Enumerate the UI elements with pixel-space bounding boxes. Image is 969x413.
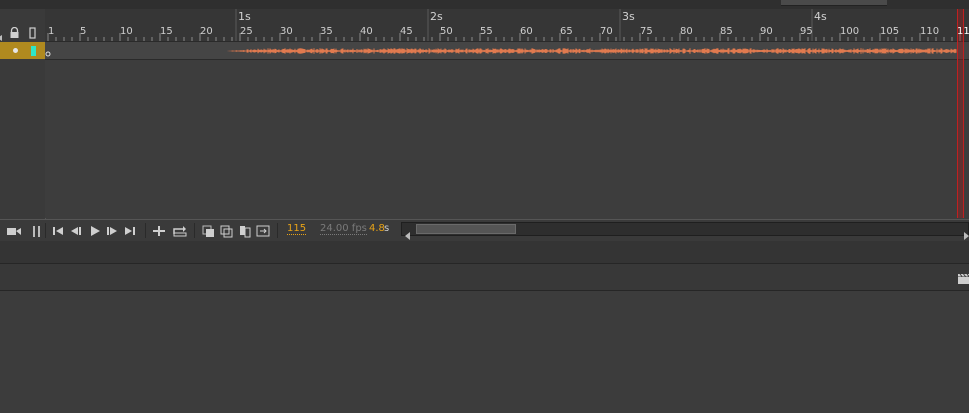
frame-number-label: 85 [720,26,733,37]
clapperboard-icon[interactable] [957,270,969,289]
playhead[interactable] [957,9,964,218]
camera-icon[interactable] [6,223,21,237]
second-label: 3s [622,10,635,23]
frame-number-label: 30 [280,26,293,37]
frame-number-label: 55 [480,26,493,37]
frame-number-label: 100 [840,26,860,37]
lower-panel-body [0,291,969,413]
play-icon[interactable] [88,223,102,237]
frame-number-label: 80 [680,26,693,37]
scrollbar-thumb[interactable] [416,224,516,234]
layer-track[interactable] [45,42,969,60]
second-label: 1s [238,10,251,23]
layer-color-swatch[interactable] [31,46,36,56]
frame-number-label: 15 [160,26,173,37]
timeline-body[interactable] [45,60,969,218]
frame-rate-readout[interactable]: 24.00 fps [320,223,367,235]
outline-icon[interactable] [29,24,37,43]
onion-skin-outlines-icon[interactable] [220,223,234,238]
panel-tab[interactable] [781,0,887,6]
layer-header-column [0,9,46,219]
frame-number-label: 90 [760,26,773,37]
elapsed-time-readout[interactable]: 4.8 [369,223,385,234]
current-frame-readout[interactable]: 115 [287,223,307,235]
frame-number-label: 40 [360,26,373,37]
frame-number-label: 5 [80,26,87,37]
frame-number-label: 105 [880,26,900,37]
frame-number-label: 70 [600,26,613,37]
panel-divider [0,241,969,264]
frame-number-label: 10 [120,26,133,37]
step-forward-icon[interactable] [105,223,119,237]
lower-panel-header [0,264,969,291]
frame-number-label: 20 [200,26,213,37]
lock-icon[interactable] [9,24,20,43]
second-label: 2s [430,10,443,23]
second-label: 4s [814,10,827,23]
time-unit-label: s [384,223,390,234]
layer-row-selected[interactable] [0,42,45,59]
frame-number-label: 110 [920,26,940,37]
frame-number-label: 60 [520,26,533,37]
ruler-ticks [47,9,961,41]
frame-number-label: 50 [440,26,453,37]
first-frame-icon[interactable] [51,223,65,237]
step-back-icon[interactable] [69,223,83,237]
last-frame-icon[interactable] [123,223,137,237]
frame-number-label: 95 [800,26,813,37]
empty-keyframe-marker [45,51,51,57]
frame-number-label: 75 [640,26,653,37]
frame-number-label: 1 [48,26,55,37]
frame-number-label: 25 [240,26,253,37]
frame-number-label: 45 [400,26,413,37]
timeline-ruler[interactable]: 1 5 10 15 20 25 30 35 40 45 50 55 60 65 70 75 80 85 90 95 10… [45,9,969,42]
center-frame-icon[interactable] [152,223,166,237]
frame-number-label: 65 [560,26,573,37]
top-strip [0,0,969,9]
frame-number-label: 35 [320,26,333,37]
visibility-dot[interactable] [13,48,18,53]
onion-skin-icon[interactable] [202,223,216,237]
timeline-horizontal-scrollbar[interactable] [401,222,969,240]
loop-icon[interactable] [172,223,187,237]
edit-multiple-frames-icon[interactable] [238,223,252,238]
playhead-frame-label: 11 [957,26,969,37]
audio-waveform [45,48,957,57]
modify-markers-icon[interactable] [256,223,270,237]
layer-depth-icon[interactable] [30,223,44,237]
